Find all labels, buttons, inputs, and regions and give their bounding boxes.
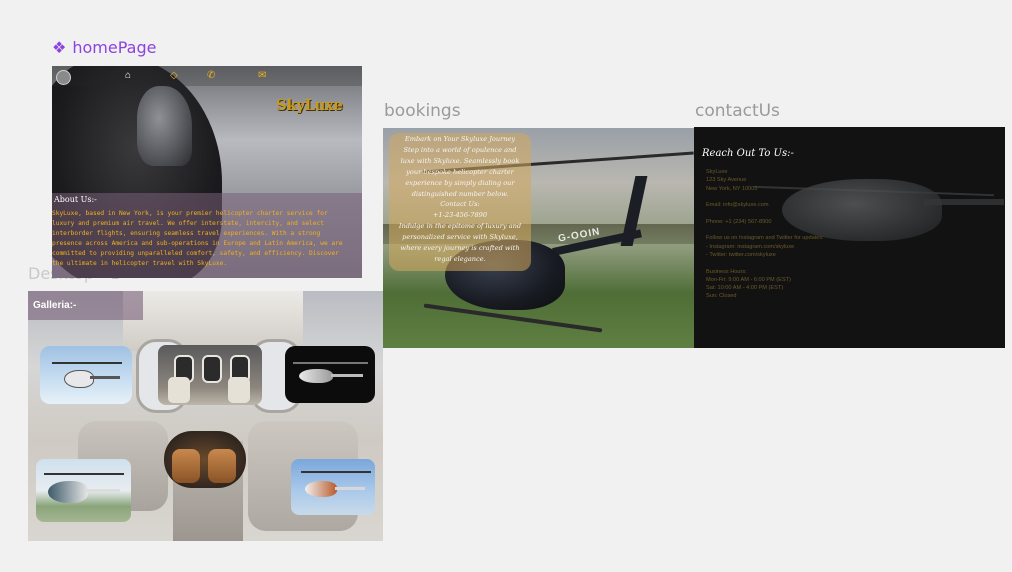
fuselage — [305, 481, 337, 497]
gallery-image-helicopter-sky[interactable] — [40, 346, 132, 404]
frame-label-bookings[interactable]: bookings — [384, 101, 461, 121]
fuselage — [48, 481, 88, 503]
home-icon[interactable]: ⌂ — [125, 70, 131, 82]
about-title: About Us:- — [54, 195, 97, 204]
cabin-window — [202, 355, 222, 383]
component-diamond-icon: ❖ — [52, 38, 67, 57]
contactus-frame[interactable]: Reach Out To Us:- SkyLuxe 123 Sky Avenue… — [694, 127, 1005, 348]
galleria-title: Galleria:- — [33, 300, 77, 311]
gallery-image-cabin-interior[interactable] — [158, 345, 262, 405]
fuselage — [299, 369, 333, 383]
logo-icon[interactable] — [56, 70, 71, 85]
desktop-frame[interactable]: Galleria:- — [28, 291, 383, 541]
tailboom — [90, 376, 120, 379]
helicopter-image — [52, 360, 122, 395]
leather-seat — [208, 449, 236, 483]
diamond-icon[interactable]: ◇ — [170, 70, 178, 82]
helicopter-image — [301, 469, 371, 505]
cabin-chair — [228, 377, 250, 403]
hero-helicopter-window — [137, 86, 192, 166]
gallery-image-helicopter-ground[interactable] — [36, 459, 131, 522]
rotor — [52, 362, 122, 364]
tailboom — [335, 487, 365, 490]
tailboom — [331, 374, 363, 377]
gallery-image-helicopter-dark[interactable] — [285, 346, 375, 403]
frame-label-contactus[interactable]: contactUs — [695, 101, 780, 121]
tailboom — [86, 489, 120, 492]
contact-info: SkyLuxe 123 Sky Avenue New York, NY 1000… — [706, 169, 824, 300]
contact-heading: Reach Out To Us:- — [702, 148, 794, 159]
mail-icon[interactable]: ✉ — [258, 70, 266, 82]
frame-label-homepage[interactable]: ❖ homePage — [52, 38, 156, 57]
frame-label-homepage-text: homePage — [72, 38, 157, 57]
rotor — [44, 473, 124, 475]
gallery-image-leather-seats[interactable] — [164, 431, 246, 488]
gallery-image-helicopter-flight[interactable] — [291, 459, 375, 515]
brand-logo: SkyLuxe — [276, 96, 343, 114]
cabin-chair — [168, 377, 190, 403]
about-text: SkyLuxe, based in New York, is your prem… — [52, 210, 343, 267]
rotor — [301, 471, 371, 473]
fuselage — [64, 370, 94, 388]
helicopter-image — [293, 360, 368, 390]
homepage-frame[interactable]: ⌂ ◇ ✆ ✉ SkyLuxe About Us:- SkyLuxe, base… — [52, 66, 362, 278]
leather-seat — [172, 449, 200, 483]
phone-icon[interactable]: ✆ — [207, 70, 215, 82]
rotor — [293, 362, 368, 364]
helicopter-image — [44, 471, 124, 511]
bookings-frame[interactable]: G-OOIN Embark on Your Skyluxe Journey St… — [383, 128, 694, 348]
booking-text: Embark on Your Skyluxe Journey Step into… — [398, 135, 522, 263]
